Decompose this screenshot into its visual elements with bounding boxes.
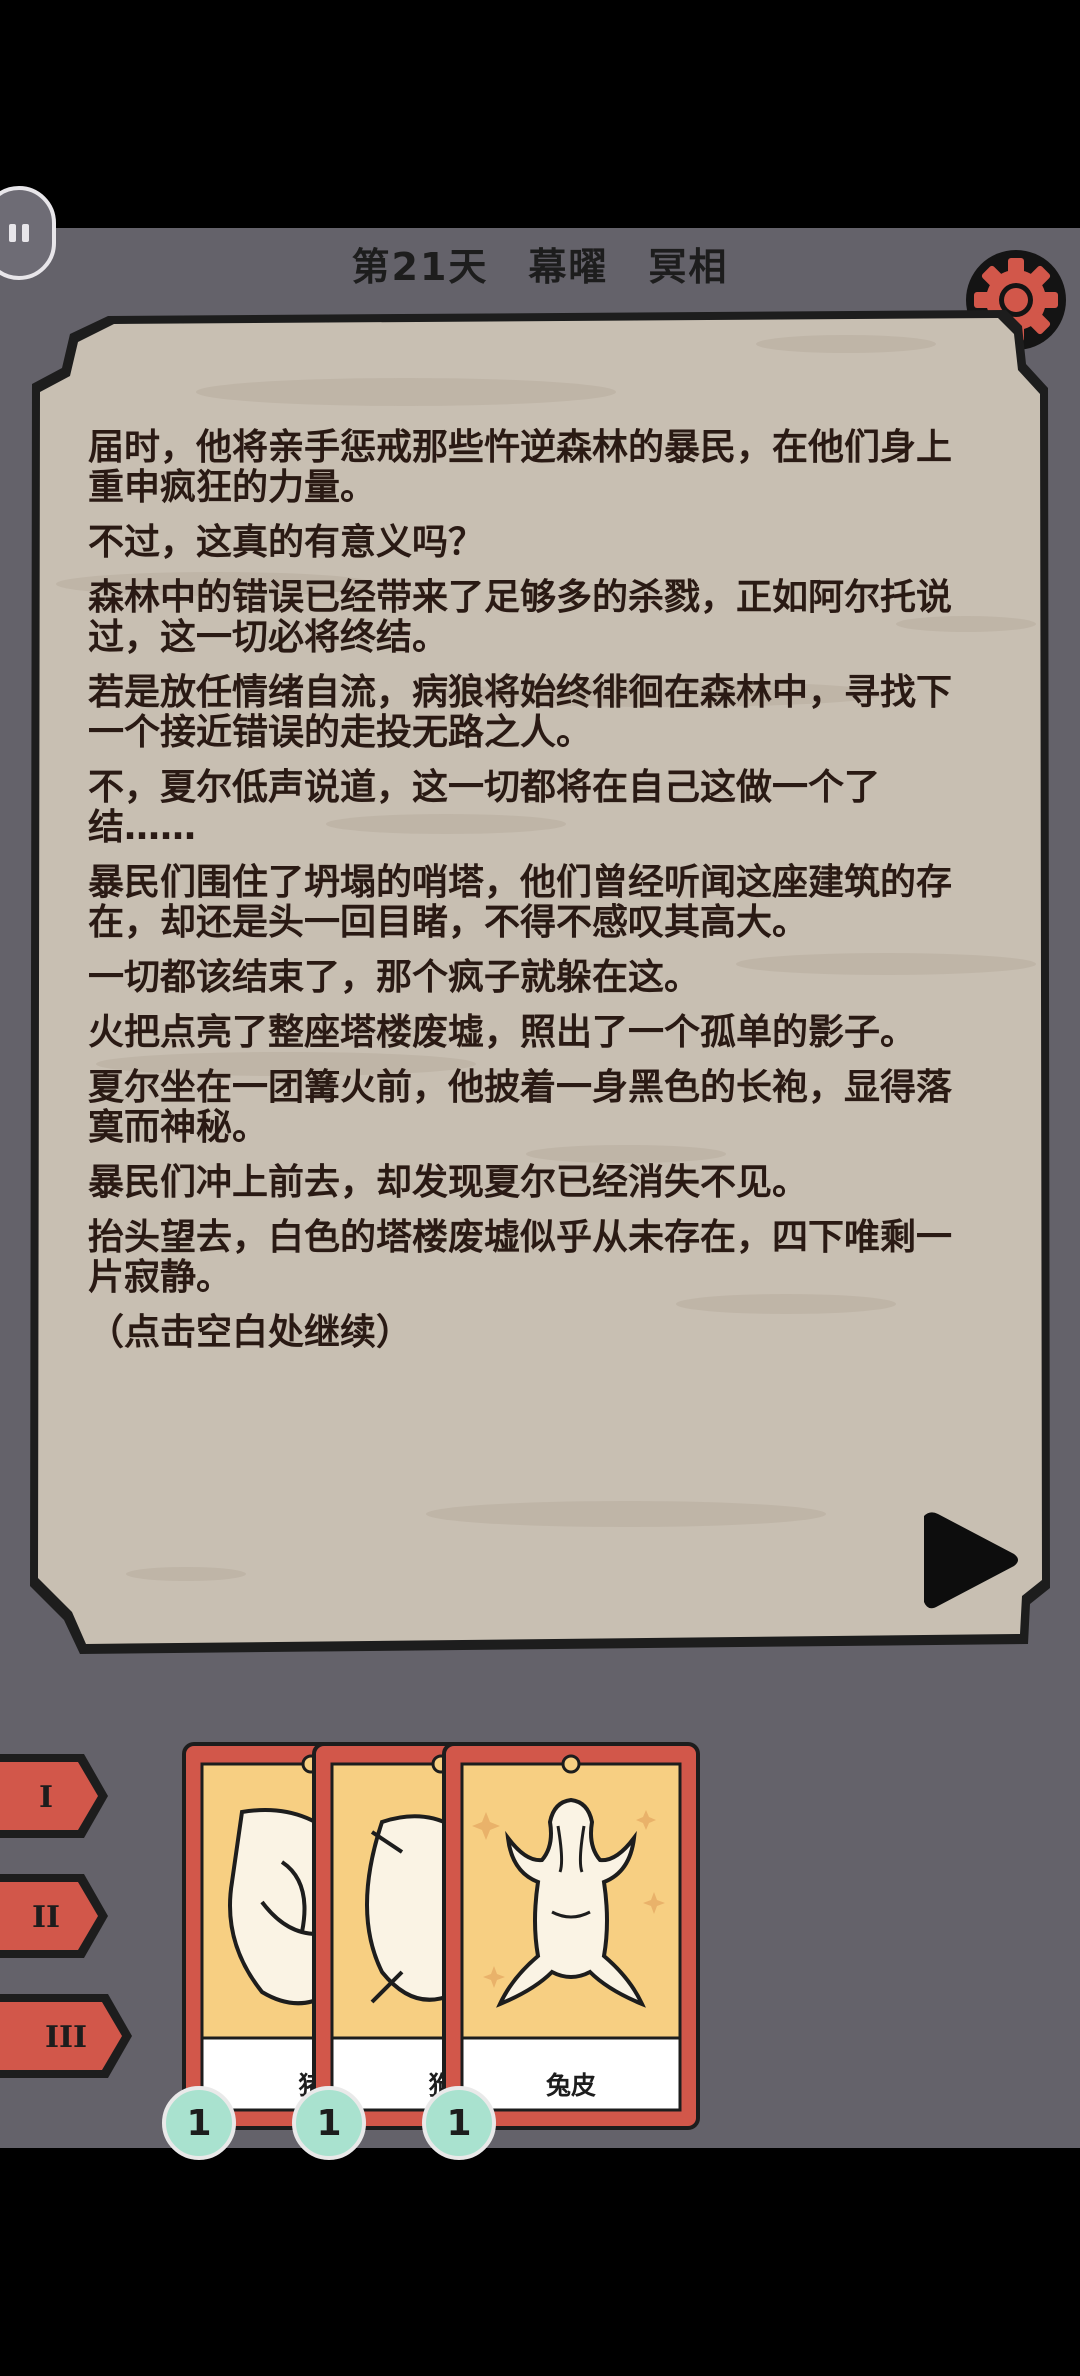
story-paragraph: 暴民们围住了坍塌的哨塔，他们曾经听闻这座建筑的存在，却还是头一回目睹，不得不感叹… (88, 862, 953, 943)
pause-icon (9, 224, 16, 242)
level-tab-label: II (32, 1900, 60, 1935)
level-tab-iii[interactable]: III (0, 1988, 136, 2084)
story-paragraph: 不过，这真的有意义吗？ (88, 522, 485, 563)
card-count-badge: 1 (422, 2086, 496, 2160)
card-count-badge: 1 (162, 2086, 236, 2160)
level-tab-ii[interactable]: II (0, 1868, 112, 1964)
story-paragraph: 夏尔坐在一团篝火前，他披着一身黑色的长袍，显得落寞而神秘。 (88, 1067, 953, 1148)
card-count-badge: 1 (292, 2086, 366, 2160)
story-text: 届时，他将亲手惩戒那些忤逆森林的暴民，在他们身上重申疯狂的力量。 不过，这真的有… (88, 428, 978, 1368)
story-paragraph: 火把点亮了整座塔楼废墟，照出了一个孤单的影子。 (88, 1012, 917, 1053)
level-tab-i[interactable]: I (0, 1748, 112, 1844)
level-tab-label: III (45, 2020, 87, 2055)
card-rabbit-pelt[interactable]: 兔皮 (442, 1742, 700, 2130)
story-paragraph: 一切都该结束了，那个疯子就躲在这。 (88, 957, 701, 998)
continue-hint: （点击空白处继续） (88, 1312, 413, 1353)
pause-button[interactable] (0, 186, 56, 280)
story-paragraph: 若是放任情绪自流，病狼将始终徘徊在森林中，寻找下一个接近错误的走投无路之人。 (88, 672, 953, 753)
day-title: 第21天 幕曜 冥相 (351, 245, 729, 289)
story-paragraph: 暴民们冲上前去，却发现夏尔已经消失不见。 (88, 1162, 809, 1203)
story-paragraph: 森林中的错误已经带来了足够多的杀戮，正如阿尔托说过，这一切必将终结。 (88, 577, 953, 658)
next-arrow-button[interactable] (918, 1508, 1022, 1612)
story-paragraph: 抬头望去，白色的塔楼废墟似乎从未存在，四下唯剩一片寂静。 (88, 1217, 953, 1298)
story-paragraph: 不，夏尔低声说道，这一切都将在自己这做一个了结…… (88, 767, 881, 848)
level-tab-label: I (39, 1780, 53, 1815)
story-paragraph: 届时，他将亲手惩戒那些忤逆森林的暴民，在他们身上重申疯狂的力量。 (88, 427, 953, 508)
